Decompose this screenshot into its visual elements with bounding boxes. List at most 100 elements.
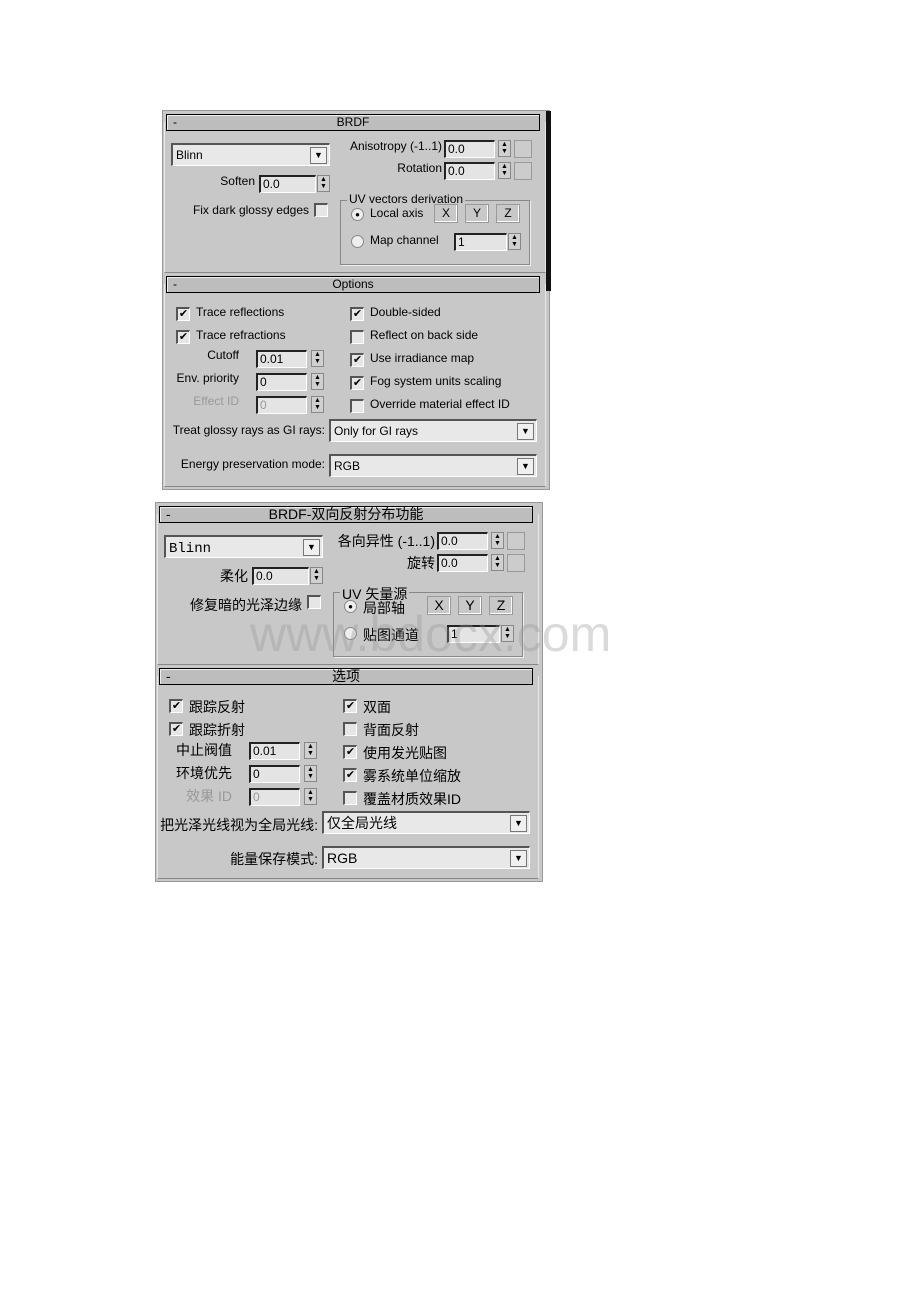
option-checkbox[interactable] bbox=[343, 722, 357, 736]
effect-id-field[interactable]: 0 bbox=[256, 396, 307, 414]
cutoff-spinner[interactable]: ▲ ▼ bbox=[311, 350, 324, 367]
option-label: 双面 bbox=[363, 699, 391, 715]
fix-dark-glossy-edges-checkbox[interactable] bbox=[314, 203, 328, 217]
rotation-spinner[interactable]: ▲ ▼ bbox=[498, 162, 511, 179]
brdf-rollout-header[interactable]: - BRDF bbox=[166, 114, 540, 131]
option-label: Double-sided bbox=[370, 305, 441, 319]
env-priority-field[interactable]: 0 bbox=[249, 765, 300, 783]
option-checkbox[interactable]: ✔ bbox=[176, 330, 190, 344]
cutoff-field[interactable]: 0.01 bbox=[256, 350, 307, 368]
option-label: Trace refractions bbox=[196, 328, 286, 342]
watermark: www.bdocx.com bbox=[250, 606, 612, 662]
option-checkbox[interactable]: ✔ bbox=[169, 699, 183, 713]
effect-id-spinner[interactable]: ▲ ▼ bbox=[311, 396, 324, 413]
anisotropy-spinner[interactable]: ▲ ▼ bbox=[498, 140, 511, 157]
chevron-down-icon: ▼ bbox=[517, 458, 534, 475]
treat-glossy-rays-dropdown[interactable]: 仅全局光线 ▼ bbox=[322, 811, 530, 834]
chevron-down-icon: ▼ bbox=[510, 815, 527, 832]
option-label: Override material effect ID bbox=[370, 397, 510, 411]
rotation-map-button[interactable] bbox=[507, 554, 525, 572]
soften-label: Soften bbox=[220, 174, 255, 188]
env-priority-label: Env. priority bbox=[176, 371, 239, 385]
soften-field[interactable]: 0.0 bbox=[259, 175, 316, 193]
option-checkbox[interactable] bbox=[350, 330, 364, 344]
option-label: 跟踪折射 bbox=[189, 722, 245, 738]
option-checkbox[interactable]: ✔ bbox=[169, 722, 183, 736]
shader-value: Blinn bbox=[169, 541, 212, 557]
treat-glossy-rays-label: 把光泽光线视为全局光线: bbox=[160, 817, 318, 833]
rotation-map-button[interactable] bbox=[514, 162, 532, 180]
map-channel-radio[interactable] bbox=[351, 235, 364, 248]
soften-spinner[interactable]: ▲ ▼ bbox=[310, 567, 323, 584]
axis-y-button[interactable]: Y bbox=[465, 204, 489, 223]
rotation-label: 旋转 bbox=[407, 555, 435, 571]
rotation-field[interactable]: 0.0 bbox=[444, 162, 495, 180]
option-checkbox[interactable] bbox=[343, 791, 357, 805]
options-rollout-header[interactable]: - Options bbox=[166, 276, 540, 293]
env-priority-field[interactable]: 0 bbox=[256, 373, 307, 391]
energy-preservation-dropdown[interactable]: RGB ▼ bbox=[322, 846, 530, 869]
option-checkbox[interactable]: ✔ bbox=[350, 353, 364, 367]
options-title: Options bbox=[332, 277, 374, 291]
option-checkbox[interactable]: ✔ bbox=[350, 376, 364, 390]
option-label: Use irradiance map bbox=[370, 351, 475, 365]
option-checkbox[interactable]: ✔ bbox=[343, 768, 357, 782]
shader-type-dropdown[interactable]: Blinn ▼ bbox=[171, 143, 330, 166]
rotation-field[interactable]: 0.0 bbox=[437, 554, 488, 572]
map-channel-label: Map channel bbox=[370, 233, 439, 247]
option-checkbox[interactable]: ✔ bbox=[176, 307, 190, 321]
effect-id-spinner[interactable]: ▲ ▼ bbox=[304, 788, 317, 805]
cutoff-field[interactable]: 0.01 bbox=[249, 742, 300, 760]
axis-x-button[interactable]: X bbox=[434, 204, 458, 223]
soften-spinner[interactable]: ▲ ▼ bbox=[317, 175, 330, 192]
anisotropy-field[interactable]: 0.0 bbox=[444, 140, 495, 158]
local-axis-label: Local axis bbox=[370, 206, 424, 220]
option-checkbox[interactable]: ✔ bbox=[350, 307, 364, 321]
map-channel-spinner[interactable]: ▲ ▼ bbox=[508, 233, 521, 250]
brdf-title: BRDF bbox=[336, 115, 370, 129]
option-checkbox[interactable]: ✔ bbox=[343, 699, 357, 713]
anisotropy-map-button[interactable] bbox=[507, 532, 525, 550]
options-title: 选项 bbox=[332, 668, 360, 684]
option-label: Reflect on back side bbox=[370, 328, 479, 342]
options-rollout-header[interactable]: - 选项 bbox=[159, 668, 533, 685]
option-label: 雾系统单位缩放 bbox=[363, 768, 461, 784]
treat-glossy-rays-label: Treat glossy rays as GI rays: bbox=[172, 423, 325, 437]
env-priority-spinner[interactable]: ▲ ▼ bbox=[304, 765, 317, 782]
soften-field[interactable]: 0.0 bbox=[252, 567, 309, 585]
anisotropy-spinner[interactable]: ▲ ▼ bbox=[491, 532, 504, 549]
brdf-title: BRDF-双向反射分布功能 bbox=[268, 506, 424, 522]
chevron-down-icon: ▼ bbox=[517, 423, 534, 440]
cutoff-spinner[interactable]: ▲ ▼ bbox=[304, 742, 317, 759]
collapse-icon: - bbox=[173, 115, 177, 129]
anisotropy-field[interactable]: 0.0 bbox=[437, 532, 488, 550]
treat-glossy-rays-dropdown[interactable]: Only for GI rays ▼ bbox=[329, 419, 537, 442]
treat-glossy-rays-value: Only for GI rays bbox=[334, 424, 419, 438]
option-label: 覆盖材质效果ID bbox=[363, 791, 461, 807]
effect-id-field[interactable]: 0 bbox=[249, 788, 300, 806]
axis-z-button[interactable]: Z bbox=[496, 204, 520, 223]
effect-id-label: Effect ID bbox=[193, 394, 239, 408]
rotation-spinner[interactable]: ▲ ▼ bbox=[491, 554, 504, 571]
chevron-down-icon: ▼ bbox=[303, 539, 320, 556]
energy-preservation-dropdown[interactable]: RGB ▼ bbox=[329, 454, 537, 477]
option-checkbox[interactable] bbox=[350, 399, 364, 413]
brdf-rollout-header[interactable]: - BRDF-双向反射分布功能 bbox=[159, 506, 533, 523]
option-label: 跟踪反射 bbox=[189, 699, 245, 715]
energy-preservation-value: RGB bbox=[334, 459, 361, 473]
option-label: Fog system units scaling bbox=[370, 374, 502, 388]
energy-preservation-label: Energy preservation mode: bbox=[180, 457, 325, 471]
env-priority-spinner[interactable]: ▲ ▼ bbox=[311, 373, 324, 390]
anisotropy-map-button[interactable] bbox=[514, 140, 532, 158]
cutoff-label: 中止阀值 bbox=[176, 742, 232, 758]
option-label: Trace reflections bbox=[196, 305, 285, 319]
material-panel: - BRDF-双向反射分布功能 Blinn ▼ 各向异性 (-1..1) 0.0 ▲ ▼ 旋转 0… bbox=[155, 502, 543, 882]
effect-id-label: 效果 ID bbox=[186, 788, 232, 804]
scrollbar[interactable] bbox=[546, 111, 551, 291]
option-checkbox[interactable]: ✔ bbox=[343, 745, 357, 759]
anisotropy-label: Anisotropy (-1..1) bbox=[349, 139, 442, 153]
local-axis-radio[interactable]: ● bbox=[351, 208, 364, 221]
shader-type-dropdown[interactable]: Blinn ▼ bbox=[164, 535, 323, 558]
map-channel-field[interactable]: 1 bbox=[454, 233, 507, 251]
rotation-label: Rotation bbox=[397, 161, 442, 175]
